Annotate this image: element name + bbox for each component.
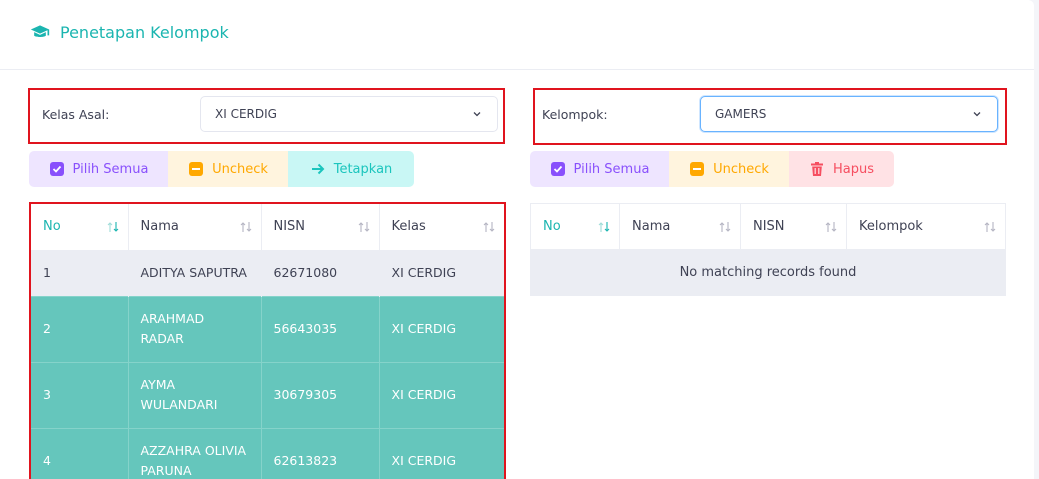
arrow-right-icon: [311, 163, 325, 175]
uncheck-label: Uncheck: [212, 161, 268, 177]
select-all-group-button[interactable]: Pilih Semua: [530, 151, 669, 187]
checkbox-checked-icon: [49, 162, 64, 176]
trash-icon: [810, 162, 823, 176]
select-all-group-label: Pilih Semua: [573, 161, 650, 177]
group-select-value: GAMERS: [715, 107, 767, 121]
class-select-value: XI CERDIG: [215, 107, 277, 121]
page-title: Penetapan Kelompok: [30, 22, 229, 42]
card-header: Penetapan Kelompok: [0, 0, 1034, 70]
group-assignment-card: Penetapan Kelompok Kelas Asal: XI CERDIG…: [0, 0, 1034, 479]
column-header-kelompok[interactable]: Kelompok: [846, 203, 1006, 250]
uncheck-button[interactable]: Uncheck: [168, 151, 288, 187]
group-select[interactable]: GAMERS: [700, 96, 998, 132]
select-all-label: Pilih Semua: [72, 161, 149, 177]
column-header-no[interactable]: No: [530, 203, 620, 250]
graduation-cap-icon: [30, 25, 50, 37]
empty-message: No matching records found: [530, 249, 1006, 296]
uncheck-group-label: Uncheck: [713, 161, 769, 177]
chevron-down-icon: [973, 112, 981, 117]
page-scrollbar[interactable]: [1034, 0, 1039, 479]
table-header-row: No Nama NISN Kelompok: [530, 203, 1006, 250]
class-select[interactable]: XI CERDIG: [200, 96, 498, 132]
checkbox-indeterminate-icon: [690, 162, 705, 176]
sort-icon: [984, 222, 996, 232]
assign-button[interactable]: Tetapkan: [288, 151, 414, 187]
column-header-nama[interactable]: Nama: [619, 203, 741, 250]
column-header-nisn[interactable]: NISN: [740, 203, 847, 250]
sort-icon: [825, 222, 837, 232]
delete-button[interactable]: Hapus: [789, 151, 894, 187]
checkbox-checked-icon: [550, 162, 565, 176]
student-table-highlight: [29, 202, 506, 479]
uncheck-group-button[interactable]: Uncheck: [669, 151, 789, 187]
empty-row: No matching records found: [530, 249, 1006, 296]
delete-label: Hapus: [832, 161, 874, 177]
group-member-table: No Nama NISN Kelompok No matching record…: [530, 203, 1006, 296]
page-title-text: Penetapan Kelompok: [60, 22, 229, 42]
sort-icon: [719, 222, 731, 232]
assign-label: Tetapkan: [333, 161, 393, 177]
select-all-button[interactable]: Pilih Semua: [29, 151, 168, 187]
checkbox-indeterminate-icon: [189, 162, 204, 176]
sort-icon: [598, 222, 610, 232]
group-label: Kelompok:: [542, 107, 608, 122]
class-label: Kelas Asal:: [42, 107, 110, 122]
chevron-down-icon: [473, 112, 481, 117]
